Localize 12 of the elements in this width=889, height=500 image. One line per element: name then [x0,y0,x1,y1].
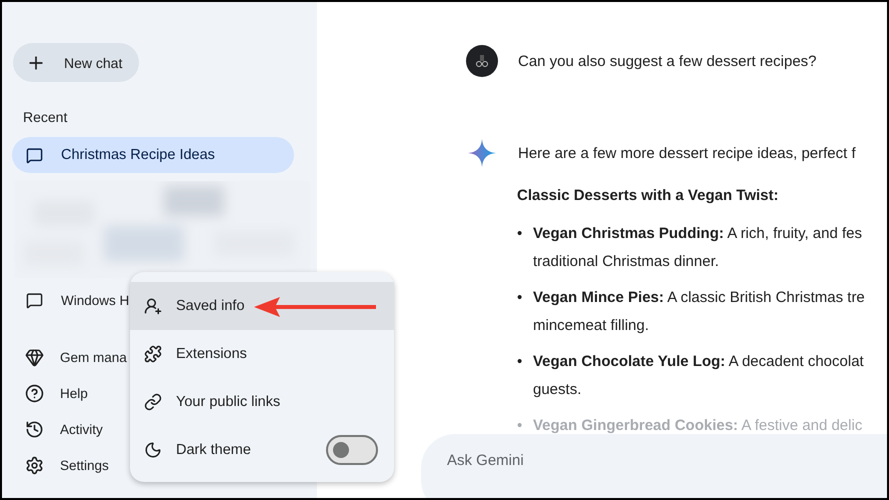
bullet-item: Vegan Christmas Pudding: A rich, fruity, and fes traditional Christmas dinner. [533,224,862,272]
user-message: Can you also suggest a few dessert recipes? [518,52,816,70]
bullet-item: Vegan Chocolate Yule Log: A decadent chocolat guests. [533,352,864,400]
bullet-marker: • [517,416,524,436]
bullet-marker: • [517,352,524,372]
bullet-marker: • [517,224,524,244]
section-label: Recent [23,109,68,125]
response-heading: Classic Desserts with a Vegan Twist: [517,187,780,204]
response-text: Here are a few more dessert recipe ideas, perfect f [518,144,856,162]
bullet-item: Vegan Mince Pies: A classic British Christmas tre mincemeat filling. [533,288,865,336]
bullet-marker: • [517,288,524,308]
bullet-item: Vegan Gingerbread Cookies: A festive and delic [533,416,862,436]
